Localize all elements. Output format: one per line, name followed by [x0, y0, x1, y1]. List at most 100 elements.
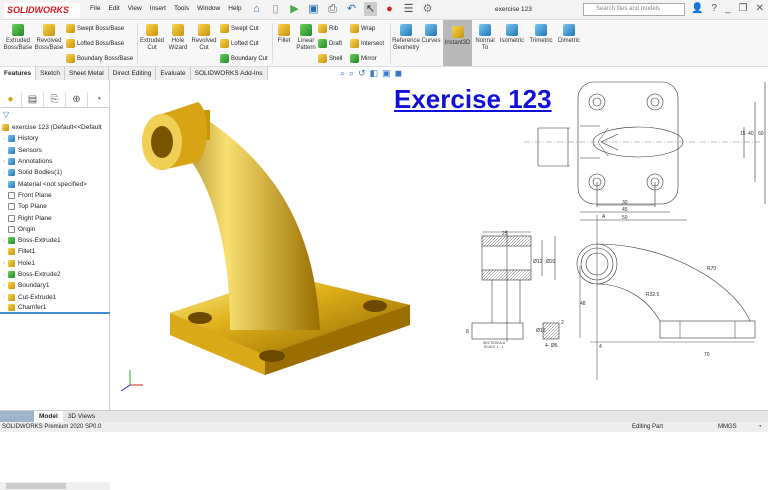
tree-item-annotations[interactable]: › Annotations	[0, 156, 110, 167]
zoom-area-icon[interactable]: ⌕	[349, 68, 354, 79]
lofted-boss-button[interactable]: Lofted Boss/Base	[66, 39, 124, 48]
zoom-to-fit-icon[interactable]: ⌕	[340, 68, 345, 79]
menu-view[interactable]: View	[128, 5, 142, 12]
tab-sheet-metal[interactable]: Sheet Metal	[64, 67, 109, 80]
tab-evaluate[interactable]: Evaluate	[156, 67, 191, 80]
filter-icon[interactable]: ▽	[3, 110, 9, 119]
tab-features[interactable]: Features	[0, 67, 37, 80]
expand-arrow-icon[interactable]: ›	[0, 136, 8, 142]
menu-edit[interactable]: Edit	[108, 5, 119, 12]
mirror-button[interactable]: Mirror	[350, 54, 377, 63]
file-properties-icon[interactable]: ☰	[402, 2, 415, 16]
home-icon[interactable]: ⌂	[250, 2, 263, 16]
reference-geometry-button[interactable]: Reference Geometry	[392, 22, 420, 52]
select-icon[interactable]: ↖	[364, 2, 377, 16]
tree-item-front-plane[interactable]: Front Plane	[0, 190, 110, 201]
extruded-cut-button[interactable]: Extruded Cut	[139, 22, 165, 52]
tree-item-right-plane[interactable]: Right Plane	[0, 212, 110, 223]
draft-button[interactable]: Draft	[318, 39, 342, 48]
tree-root[interactable]: exercise 123 (Default<<Default	[0, 122, 110, 133]
menu-insert[interactable]: Insert	[150, 5, 166, 12]
tab-direct-editing[interactable]: Direct Editing	[108, 67, 157, 80]
lofted-cut-button[interactable]: Lofted Cut	[220, 39, 259, 48]
restore-icon[interactable]: ❐	[739, 3, 748, 14]
fillet-button[interactable]: Fillet	[274, 22, 294, 45]
instant3d-button[interactable]: Instant3D	[443, 20, 472, 66]
unit-system[interactable]: MMGS	[718, 422, 737, 432]
tree-item-boss-extrude1[interactable]: › Boss-Extrude1	[0, 235, 110, 246]
expand-arrow-icon[interactable]: ›	[0, 294, 8, 300]
undo-icon[interactable]: ↶	[345, 2, 358, 16]
expand-arrow-icon[interactable]: ›	[0, 170, 8, 176]
curves-button[interactable]: Curves	[421, 22, 441, 45]
tree-item-material-not-specified[interactable]: Material <not specified>	[0, 178, 110, 189]
normal-to-button[interactable]: Normal To	[474, 22, 496, 52]
tree-item-cut-extrude1[interactable]: › Cut-Extrude1	[0, 291, 110, 302]
print-icon[interactable]: ⎙	[326, 2, 339, 16]
tree-item-boss-extrude2[interactable]: › Boss-Extrude2	[0, 269, 110, 280]
display-manager-tab-icon[interactable]: ◔	[88, 92, 110, 107]
linear-pattern-button[interactable]: Linear Pattern	[294, 22, 318, 52]
dimxpert-tab-icon[interactable]: ⊕	[66, 92, 88, 107]
wrap-button[interactable]: Wrap	[350, 24, 375, 33]
rib-button[interactable]: Rib	[318, 24, 338, 33]
expand-arrow-icon[interactable]: ›	[0, 272, 8, 278]
help-icon[interactable]: ?	[712, 3, 718, 14]
swept-boss-button[interactable]: Swept Boss/Base	[66, 24, 124, 33]
extruded-boss-button[interactable]: Extruded Boss/Base	[2, 22, 34, 52]
close-icon[interactable]: ✕	[756, 3, 764, 14]
tab-navigation-arrows[interactable]	[0, 411, 34, 422]
revolved-boss-button[interactable]: Revolved Boss/Base	[34, 22, 64, 52]
expand-arrow-icon[interactable]: ›	[0, 159, 8, 165]
menu-file[interactable]: File	[90, 5, 100, 12]
hole-wizard-button[interactable]: Hole Wizard	[165, 22, 191, 52]
tree-item-hole1[interactable]: › Hole1	[0, 258, 110, 269]
minimize-icon[interactable]: _	[725, 3, 731, 14]
swept-cut-button[interactable]: Swept Cut	[220, 24, 259, 33]
expand-arrow-icon[interactable]: ›	[0, 260, 8, 266]
horizontal-scrollbar[interactable]	[0, 482, 110, 490]
dimetric-button[interactable]: Dimetric	[555, 22, 583, 45]
menu-help[interactable]: Help	[228, 5, 241, 12]
isometric-button[interactable]: Isometric	[498, 22, 526, 45]
tree-item-boundary1[interactable]: › Boundary1	[0, 280, 110, 291]
shell-button[interactable]: Shell	[318, 54, 342, 63]
revolved-cut-button[interactable]: Revolved Cut	[191, 22, 217, 52]
trimetric-button[interactable]: Trimetric	[527, 22, 555, 45]
tab-model[interactable]: Model	[34, 411, 63, 422]
intersect-button[interactable]: Intersect	[350, 39, 384, 48]
view-orientation-icon[interactable]: ▣	[382, 68, 391, 79]
tab-3d-views[interactable]: 3D Views	[63, 411, 100, 422]
tree-item-solid-bodies-1[interactable]: › Solid Bodies(1)	[0, 167, 110, 178]
new-file-icon[interactable]: ▯	[269, 2, 282, 16]
tree-item-chamfer1[interactable]: Chamfer1	[0, 303, 110, 315]
save-icon[interactable]: ▣	[307, 2, 320, 16]
expand-arrow-icon[interactable]: ›	[0, 238, 8, 244]
configuration-manager-tab-icon[interactable]: ⎘	[44, 92, 66, 107]
tree-item-fillet1[interactable]: Fillet1	[0, 246, 110, 257]
tree-item-history[interactable]: › History	[0, 133, 110, 144]
section-view-icon[interactable]: ◧	[370, 68, 379, 79]
user-icon[interactable]: 👤	[691, 3, 703, 14]
menu-tools[interactable]: Tools	[174, 5, 189, 12]
expand-arrow-icon[interactable]: ›	[0, 283, 8, 289]
tree-item-origin[interactable]: Origin	[0, 224, 110, 235]
options-gear-icon[interactable]: ⚙	[421, 2, 434, 16]
rebuild-status-icon[interactable]: ◔	[758, 422, 762, 432]
tab-addins[interactable]: SOLIDWORKS Add-Ins	[190, 67, 268, 80]
tree-item-sensors[interactable]: Sensors	[0, 145, 110, 156]
3d-part-model[interactable]	[142, 102, 410, 375]
open-icon[interactable]: ▶	[288, 2, 301, 16]
tree-item-top-plane[interactable]: Top Plane	[0, 201, 110, 212]
tab-sketch[interactable]: Sketch	[36, 67, 65, 80]
feature-manager-tab-icon[interactable]: ●	[0, 92, 22, 107]
rebuild-icon[interactable]: ●	[383, 2, 396, 16]
boundary-cut-button[interactable]: Boundary Cut	[220, 54, 268, 63]
previous-view-icon[interactable]: ↺	[358, 68, 366, 79]
property-manager-tab-icon[interactable]: ▤	[22, 92, 44, 107]
graphics-area[interactable]: ⌕ ⌕ ↺ ◧ ▣ ◼ Exercise 123 15 40 60 30 45 …	[110, 68, 768, 410]
boundary-boss-button[interactable]: Boundary Boss/Base	[66, 54, 133, 63]
menu-window[interactable]: Window	[197, 5, 220, 12]
display-style-icon[interactable]: ◼	[395, 68, 402, 79]
search-input[interactable]: Search files and models	[583, 3, 685, 16]
